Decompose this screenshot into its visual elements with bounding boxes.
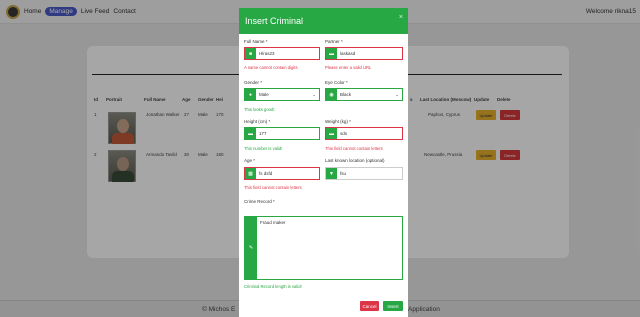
gender-value[interactable]: Male <box>256 89 312 100</box>
height-valid-msg: This number is valid! <box>244 146 283 151</box>
eye-color-value[interactable]: Black <box>337 89 395 100</box>
age-field[interactable]: ▩ fs dsfd <box>244 167 320 180</box>
modal-header: Insert Criminal × <box>239 8 408 34</box>
weight-field[interactable]: ▬ sds <box>325 127 403 140</box>
partner-label: Partner * <box>325 39 343 44</box>
age-error: This field cannot contain letters <box>244 185 302 190</box>
modal-title: Insert Criminal <box>245 16 304 26</box>
crime-record-textarea[interactable]: ✎ Fraud maker <box>244 216 403 280</box>
full-name-value[interactable]: Hlras23 <box>256 48 319 59</box>
calendar-icon: ▩ <box>245 168 256 179</box>
weight-value[interactable]: sds <box>337 128 402 139</box>
location-pin-icon: ▼ <box>326 168 337 179</box>
gender-valid-msg: This looks good! <box>244 107 275 112</box>
full-name-field[interactable]: ■ Hlras23 <box>244 47 320 60</box>
cancel-button[interactable]: Cancel <box>360 301 379 311</box>
crime-record-valid-msg: Criminal Record length is valid! <box>244 284 302 289</box>
last-location-value[interactable]: fsu <box>337 168 402 179</box>
weight-error: This field cannot contain letters <box>325 146 383 151</box>
eye-color-label: Eye Color * <box>325 80 348 85</box>
gender-icon: ● <box>245 89 256 100</box>
partner-value[interactable]: laskasd <box>337 48 402 59</box>
eye-icon: ◉ <box>326 89 337 100</box>
pen-icon: ✎ <box>245 217 257 279</box>
gender-label: Gender * <box>244 80 263 85</box>
close-icon[interactable]: × <box>399 14 403 21</box>
age-label: Age * <box>244 158 256 163</box>
insert-criminal-modal: Insert Criminal × Full Name * ■ Hlras23 … <box>239 8 408 317</box>
person-icon: ■ <box>245 48 256 59</box>
chevron-down-icon[interactable]: ⌄ <box>395 89 402 100</box>
height-field[interactable]: ▬ 177 <box>244 127 320 140</box>
insert-button[interactable]: Insert <box>383 301 403 311</box>
ruler-icon: ▬ <box>245 128 256 139</box>
card-icon: ▬ <box>326 48 337 59</box>
full-name-label: Full Name * <box>244 39 268 44</box>
crime-record-label: Crime Record * <box>244 199 275 204</box>
full-name-error: A name cannot contain digits <box>244 65 298 70</box>
eye-color-select[interactable]: ◉ Black ⌄ <box>325 88 403 101</box>
last-location-label: Last known location (optional) <box>325 158 385 163</box>
chevron-down-icon[interactable]: ⌄ <box>312 89 319 100</box>
crime-record-value[interactable]: Fraud maker <box>257 217 289 279</box>
partner-field[interactable]: ▬ laskasd <box>325 47 403 60</box>
scale-icon: ▬ <box>326 128 337 139</box>
last-location-field[interactable]: ▼ fsu <box>325 167 403 180</box>
height-value[interactable]: 177 <box>256 128 319 139</box>
height-label: Height (cm) * <box>244 119 271 124</box>
gender-select[interactable]: ● Male ⌄ <box>244 88 320 101</box>
weight-label: Weight (kg) * <box>325 119 351 124</box>
partner-error: Please enter a valid URL <box>325 65 372 70</box>
age-value[interactable]: fs dsfd <box>256 168 319 179</box>
